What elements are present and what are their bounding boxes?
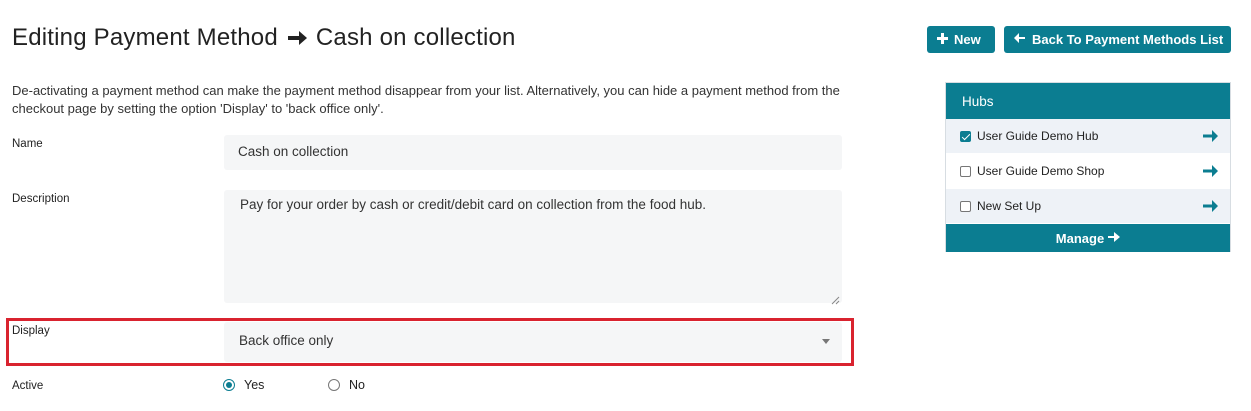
arrow-right-icon[interactable] — [1202, 128, 1218, 144]
page-title-prefix: Editing Payment Method — [12, 24, 278, 51]
checkbox-unchecked-icon[interactable] — [960, 200, 971, 212]
radio-unchecked-icon[interactable] — [328, 379, 340, 391]
arrow-left-icon — [1014, 32, 1026, 47]
hubs-panel: Hubs User Guide Demo Hub User Guide Demo… — [945, 82, 1231, 252]
intro-text: De-activating a payment method can make … — [12, 83, 840, 116]
resize-handle-icon[interactable] — [831, 292, 840, 305]
manage-button[interactable]: Manage — [946, 224, 1230, 252]
description-label: Description — [12, 193, 70, 205]
name-input[interactable]: Cash on collection — [224, 135, 842, 170]
active-yes-label: Yes — [244, 378, 265, 392]
manage-button-label: Manage — [1055, 230, 1105, 246]
radio-checked-icon[interactable] — [223, 379, 235, 391]
hub-item: User Guide Demo Shop — [946, 154, 1230, 189]
back-button-label: Back To Payment Methods List — [1032, 32, 1224, 47]
caret-down-icon — [822, 339, 830, 344]
page-title: Editing Payment Method Cash on collectio… — [12, 24, 516, 52]
active-label: Active — [12, 380, 44, 392]
page-title-name: Cash on collection — [315, 24, 516, 51]
display-select-value: Back office only — [239, 333, 334, 348]
hubs-header: Hubs — [946, 83, 1230, 119]
active-yes-radio[interactable]: Yes — [223, 378, 264, 392]
arrow-right-icon[interactable] — [1202, 198, 1218, 214]
arrow-right-icon[interactable] — [1202, 163, 1218, 179]
description-textarea[interactable]: Pay for your order by cash or credit/deb… — [224, 190, 842, 305]
back-to-list-button[interactable]: Back To Payment Methods List — [1004, 26, 1231, 53]
checkbox-unchecked-icon[interactable] — [960, 165, 971, 177]
active-no-label: No — [349, 378, 365, 392]
arrow-right-icon — [1108, 231, 1121, 246]
checkbox-checked-icon[interactable] — [960, 130, 971, 142]
new-button-label: New — [954, 32, 981, 47]
hub-item-label: User Guide Demo Hub — [977, 129, 1099, 143]
display-select[interactable]: Back office only — [224, 322, 842, 362]
display-label: Display — [12, 325, 50, 337]
name-label: Name — [12, 138, 43, 150]
plus-icon — [937, 32, 948, 47]
new-button[interactable]: New — [927, 26, 995, 53]
active-no-radio[interactable]: No — [328, 378, 365, 392]
hub-item-label: User Guide Demo Shop — [977, 164, 1105, 178]
arrow-right-icon — [286, 28, 308, 48]
hub-item-label: New Set Up — [977, 199, 1042, 213]
hub-item: New Set Up — [946, 189, 1230, 224]
description-text: Pay for your order by cash or credit/deb… — [240, 197, 706, 212]
hub-item: User Guide Demo Hub — [946, 119, 1230, 154]
